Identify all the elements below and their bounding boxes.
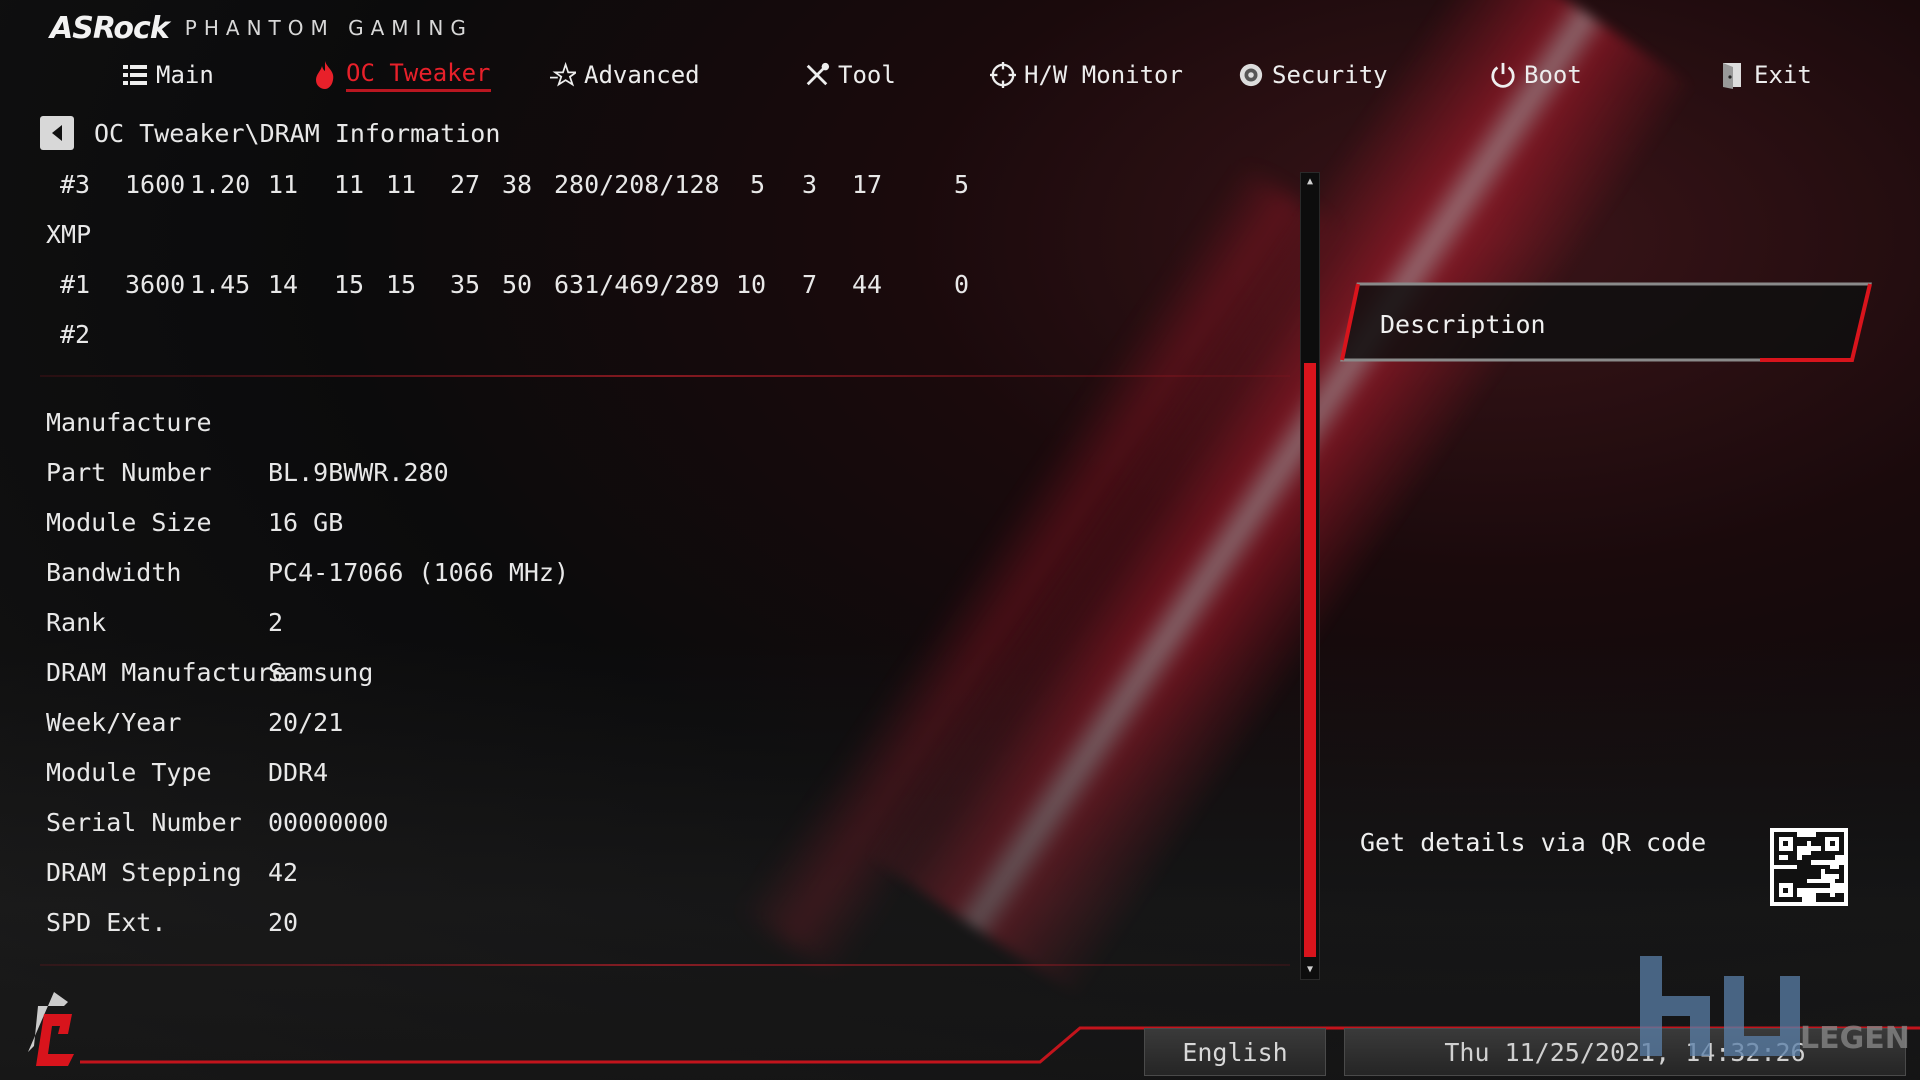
info-value: DDR4 xyxy=(268,758,329,787)
watermark-logo: LEGEND xyxy=(1640,956,1910,1056)
info-value: 16 GB xyxy=(268,508,344,537)
tab-label: Security xyxy=(1272,61,1388,89)
info-value: 00000000 xyxy=(268,808,389,837)
info-value: 42 xyxy=(268,858,299,887)
back-button[interactable] xyxy=(40,116,74,150)
timing-cell: 50 xyxy=(502,270,533,299)
breadcrumb-path: OC Tweaker\DRAM Information xyxy=(94,118,501,148)
breadcrumb: OC Tweaker\DRAM Information xyxy=(40,116,500,150)
timing-cell: 35 xyxy=(450,270,481,299)
crosshair-icon xyxy=(990,62,1016,88)
phantom-gaming-logo: PHANTOM GAMING xyxy=(184,16,473,40)
description-title: Description xyxy=(1380,310,1546,339)
info-value: PC4-17066 (1066 MHz) xyxy=(268,558,570,587)
dram-info-panel: #3 1600 1.20 11 11 11 27 38 280/208/128 … xyxy=(40,160,1290,960)
timing-cell: 7 xyxy=(802,270,818,299)
asrock-logo: ASRock xyxy=(50,10,170,46)
list-icon xyxy=(122,62,148,88)
timing-cell: 1.45 xyxy=(190,270,251,299)
timing-cell: 14 xyxy=(268,270,299,299)
info-label: Manufacture xyxy=(46,408,212,437)
timing-cell: 11 xyxy=(268,170,299,199)
tab-label: Tool xyxy=(838,61,896,89)
tab-label: H/W Monitor xyxy=(1024,61,1183,89)
tab-label: Main xyxy=(156,61,214,89)
info-label: Part Number xyxy=(46,458,212,487)
tab-label: Advanced xyxy=(584,61,700,89)
timing-cell: 280/208/128 xyxy=(554,170,720,199)
divider xyxy=(40,964,1290,966)
qr-code-icon xyxy=(1770,828,1848,906)
tab-oc-tweaker[interactable]: OC Tweaker xyxy=(312,54,491,96)
timing-cell: 631/469/289 xyxy=(554,270,720,299)
timing-cell: 5 xyxy=(750,170,766,199)
info-value: BL.9BWWR.280 xyxy=(268,458,449,487)
tab-exit[interactable]: Exit xyxy=(1720,54,1812,96)
info-label: Bandwidth xyxy=(46,558,182,587)
info-label: SPD Ext. xyxy=(46,908,167,937)
tab-advanced[interactable]: Advanced xyxy=(550,54,700,96)
profile-id: #2 xyxy=(60,320,91,349)
info-label: Module Size xyxy=(46,508,212,537)
timing-cell: 11 xyxy=(334,170,365,199)
profile-header: XMP xyxy=(46,220,92,249)
power-icon xyxy=(1490,62,1516,88)
brand-header: ASRock PHANTOM GAMING xyxy=(50,10,473,46)
timing-cell: 11 xyxy=(386,170,417,199)
flame-icon xyxy=(312,61,338,89)
timing-cell: 17 xyxy=(852,170,883,199)
info-value: 20/21 xyxy=(268,708,344,737)
profile-id: #3 xyxy=(60,170,91,199)
timing-cell: 3 xyxy=(802,170,818,199)
exit-door-icon xyxy=(1720,62,1746,89)
info-value: 2 xyxy=(268,608,284,637)
tab-main[interactable]: Main xyxy=(122,54,214,96)
info-label: Rank xyxy=(46,608,107,637)
profile-id: #1 xyxy=(60,270,91,299)
divider xyxy=(40,375,1290,377)
timing-cell: 5 xyxy=(954,170,970,199)
timing-cell: 0 xyxy=(954,270,970,299)
arrow-left-icon xyxy=(52,125,62,141)
timing-cell: 27 xyxy=(450,170,481,199)
info-label: DRAM Stepping xyxy=(46,858,242,887)
timing-cell: 3600 xyxy=(125,270,186,299)
scroll-thumb[interactable] xyxy=(1304,363,1316,957)
info-label: Week/Year xyxy=(46,708,182,737)
scrollbar[interactable]: ▲ ▼ xyxy=(1300,172,1320,980)
info-label: Serial Number xyxy=(46,808,242,837)
tab-label: Boot xyxy=(1524,61,1582,89)
tools-icon xyxy=(804,62,830,88)
timing-cell: 44 xyxy=(852,270,883,299)
tab-label: Exit xyxy=(1754,61,1812,89)
tab-tool[interactable]: Tool xyxy=(804,54,896,96)
description-panel: Description xyxy=(1330,280,1880,366)
info-value: 20 xyxy=(268,908,299,937)
star-icon xyxy=(550,62,576,88)
qr-caption: Get details via QR code xyxy=(1360,828,1707,857)
timing-cell: 1.20 xyxy=(190,170,251,199)
scroll-down-icon[interactable]: ▼ xyxy=(1304,965,1316,975)
shield-icon xyxy=(1238,62,1264,88)
timing-cell: 1600 xyxy=(125,170,186,199)
tab-label: OC Tweaker xyxy=(346,59,491,92)
timing-cell: 10 xyxy=(736,270,767,299)
top-nav: Main OC Tweaker Advanced Tool H/W Monito… xyxy=(0,54,1920,96)
tab-hw-monitor[interactable]: H/W Monitor xyxy=(990,54,1183,96)
tab-boot[interactable]: Boot xyxy=(1490,54,1582,96)
info-label: Module Type xyxy=(46,758,212,787)
info-value: Samsung xyxy=(268,658,374,687)
language-button[interactable]: English xyxy=(1144,1028,1326,1076)
scroll-up-icon[interactable]: ▲ xyxy=(1304,177,1316,187)
info-label: DRAM Manufacture xyxy=(46,658,287,687)
timing-cell: 15 xyxy=(334,270,365,299)
tab-security[interactable]: Security xyxy=(1238,54,1388,96)
watermark-text: LEGEND xyxy=(1800,1021,1910,1056)
timing-cell: 38 xyxy=(502,170,533,199)
timing-cell: 15 xyxy=(386,270,417,299)
